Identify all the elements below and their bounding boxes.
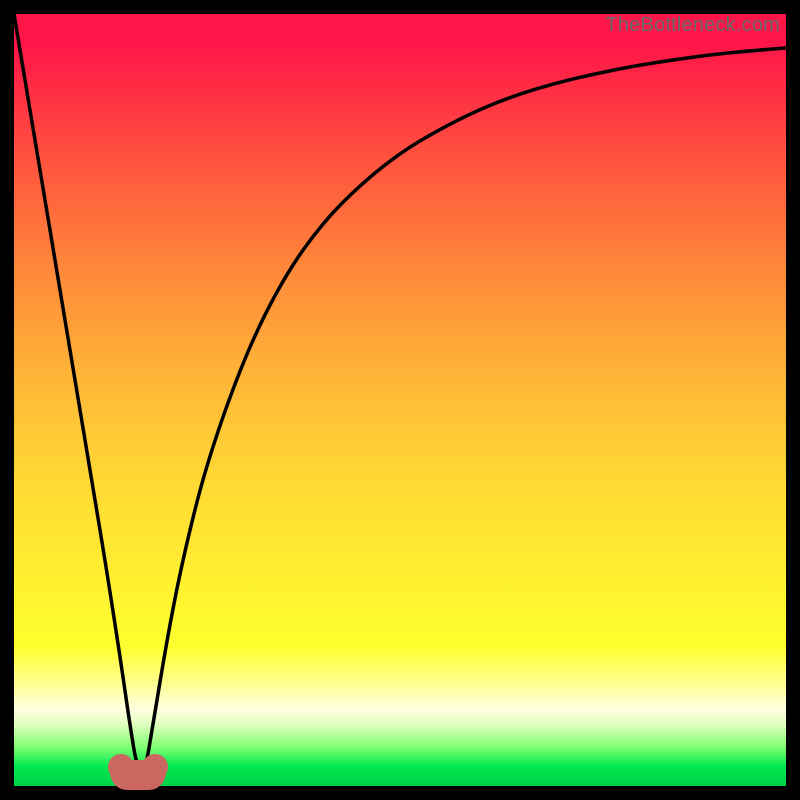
watermark-text: TheBottleneck.com — [605, 14, 780, 37]
bump-marker — [110, 760, 166, 790]
chart-curve — [14, 14, 786, 786]
plot-area: TheBottleneck.com — [14, 14, 786, 786]
